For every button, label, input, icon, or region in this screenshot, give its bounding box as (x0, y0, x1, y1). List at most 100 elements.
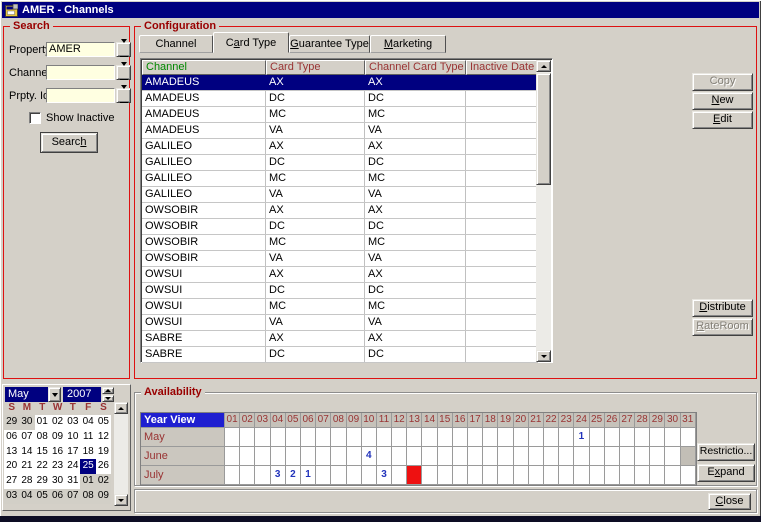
edit-button[interactable]: Edit (692, 111, 753, 129)
calendar-day[interactable]: 17 (65, 444, 81, 460)
availability-cell[interactable] (619, 447, 636, 466)
calendar-month-select[interactable]: May (5, 387, 48, 402)
availability-cell[interactable] (376, 447, 393, 466)
calendar-scrollbar[interactable] (114, 402, 128, 506)
availability-cell[interactable] (543, 466, 560, 485)
availability-cell[interactable] (559, 466, 575, 485)
availability-cell[interactable] (376, 428, 393, 447)
calendar-day[interactable]: 23 (49, 459, 66, 475)
calendar-day[interactable]: 21 (19, 459, 35, 475)
availability-cell[interactable] (437, 447, 453, 466)
calendar-day[interactable]: 01 (34, 415, 50, 430)
calendar-day[interactable]: 07 (19, 429, 35, 445)
table-row[interactable]: GALILEO DC DC (142, 155, 538, 171)
availability-cell[interactable] (483, 428, 499, 447)
calendar-day[interactable]: 07 (65, 488, 81, 504)
availability-cell[interactable] (300, 447, 317, 466)
spinner-up-icon[interactable] (102, 387, 114, 394)
availability-cell[interactable] (422, 447, 438, 466)
availability-cell[interactable] (331, 428, 347, 447)
prpty-id-lov-button[interactable] (116, 84, 131, 103)
tab-channel[interactable]: Channel (139, 35, 213, 53)
calendar-day[interactable]: 08 (34, 429, 50, 445)
availability-cell[interactable] (240, 466, 256, 485)
availability-cell[interactable] (346, 428, 362, 447)
calendar-day[interactable]: 26 (95, 459, 112, 475)
availability-cell[interactable]: 3 (270, 466, 286, 485)
availability-cell[interactable] (513, 466, 529, 485)
availability-cell[interactable] (650, 466, 666, 485)
calendar-day[interactable]: 30 (19, 415, 35, 430)
availability-cell[interactable] (619, 428, 636, 447)
availability-cell[interactable] (361, 466, 377, 485)
availability-cell[interactable] (240, 428, 256, 447)
show-inactive-checkbox[interactable] (29, 112, 41, 124)
column-header-channel-card-type[interactable]: Channel Card Type (365, 60, 466, 75)
calendar-day[interactable]: 05 (34, 488, 50, 504)
calendar-day[interactable]: 19 (95, 444, 112, 460)
calendar-day[interactable]: 28 (19, 474, 35, 489)
availability-cell[interactable]: 1 (574, 428, 590, 447)
property-lov-button[interactable] (116, 38, 131, 57)
calendar-day[interactable]: 13 (4, 444, 20, 460)
availability-cell[interactable] (574, 466, 590, 485)
calendar-day[interactable]: 29 (4, 415, 20, 430)
availability-cell[interactable] (528, 428, 544, 447)
expand-button[interactable]: Expand (697, 464, 755, 482)
calendar-day[interactable]: 24 (65, 459, 81, 475)
availability-cell[interactable] (589, 428, 605, 447)
availability-cell[interactable] (498, 466, 514, 485)
availability-cell[interactable] (285, 428, 301, 447)
availability-cell[interactable] (225, 447, 241, 466)
calendar-day[interactable]: 10 (65, 429, 81, 445)
rateroom-button[interactable]: RateRoom (692, 318, 753, 336)
availability-cell[interactable] (225, 466, 241, 485)
column-header-card-type[interactable]: Card Type (266, 60, 365, 75)
availability-cell[interactable] (316, 466, 332, 485)
availability-cell[interactable]: 2 (285, 466, 301, 485)
availability-cell[interactable] (483, 466, 499, 485)
availability-cell[interactable]: 1 (300, 466, 317, 485)
table-row[interactable]: SABRE AX AX (142, 331, 538, 347)
availability-cell[interactable] (316, 428, 332, 447)
calendar-month-dropdown-icon[interactable] (48, 387, 61, 402)
availability-cell-restricted[interactable] (407, 466, 423, 485)
availability-cell[interactable] (346, 466, 362, 485)
table-row[interactable]: OWSUI AX AX (142, 267, 538, 283)
availability-cell[interactable] (331, 447, 347, 466)
calendar-day[interactable]: 03 (65, 415, 81, 430)
copy-button[interactable]: Copy (692, 73, 753, 91)
availability-cell[interactable] (270, 447, 286, 466)
column-header-inactive-date[interactable]: Inactive Date (466, 60, 538, 75)
table-row[interactable]: OWSOBIR DC DC (142, 219, 538, 235)
table-row[interactable]: OWSUI MC MC (142, 299, 538, 315)
availability-cell[interactable] (422, 466, 438, 485)
table-row[interactable]: AMADEUS VA VA (142, 123, 538, 139)
scroll-up-icon[interactable] (536, 60, 551, 72)
availability-cell[interactable]: 4 (361, 447, 377, 466)
availability-cell[interactable] (255, 428, 271, 447)
availability-cell[interactable] (483, 447, 499, 466)
availability-cell[interactable] (452, 447, 468, 466)
availability-cell[interactable] (270, 428, 286, 447)
calendar-day-selected[interactable]: 25 (80, 459, 96, 475)
search-button[interactable]: Search (40, 132, 98, 153)
calendar-day[interactable]: 02 (49, 415, 66, 430)
calendar-day[interactable]: 09 (49, 429, 66, 445)
availability-cell[interactable] (635, 428, 651, 447)
availability-cell[interactable]: 3 (376, 466, 393, 485)
table-row[interactable]: GALILEO AX AX (142, 139, 538, 155)
availability-cell[interactable] (452, 466, 468, 485)
availability-cell[interactable] (285, 447, 301, 466)
availability-cell[interactable] (316, 447, 332, 466)
availability-cell[interactable] (665, 466, 681, 485)
show-inactive-label[interactable]: Show Inactive (46, 112, 114, 124)
calendar-day[interactable]: 30 (49, 474, 66, 489)
close-button[interactable]: Close (708, 493, 751, 510)
table-row[interactable]: AMADEUS MC MC (142, 107, 538, 123)
spinner-down-icon[interactable] (102, 395, 114, 402)
availability-cell[interactable] (498, 447, 514, 466)
tab-guarantee-type[interactable]: Guarantee Type (289, 35, 370, 53)
scrollbar-thumb[interactable] (536, 73, 551, 185)
calendar-day[interactable]: 02 (95, 474, 112, 489)
